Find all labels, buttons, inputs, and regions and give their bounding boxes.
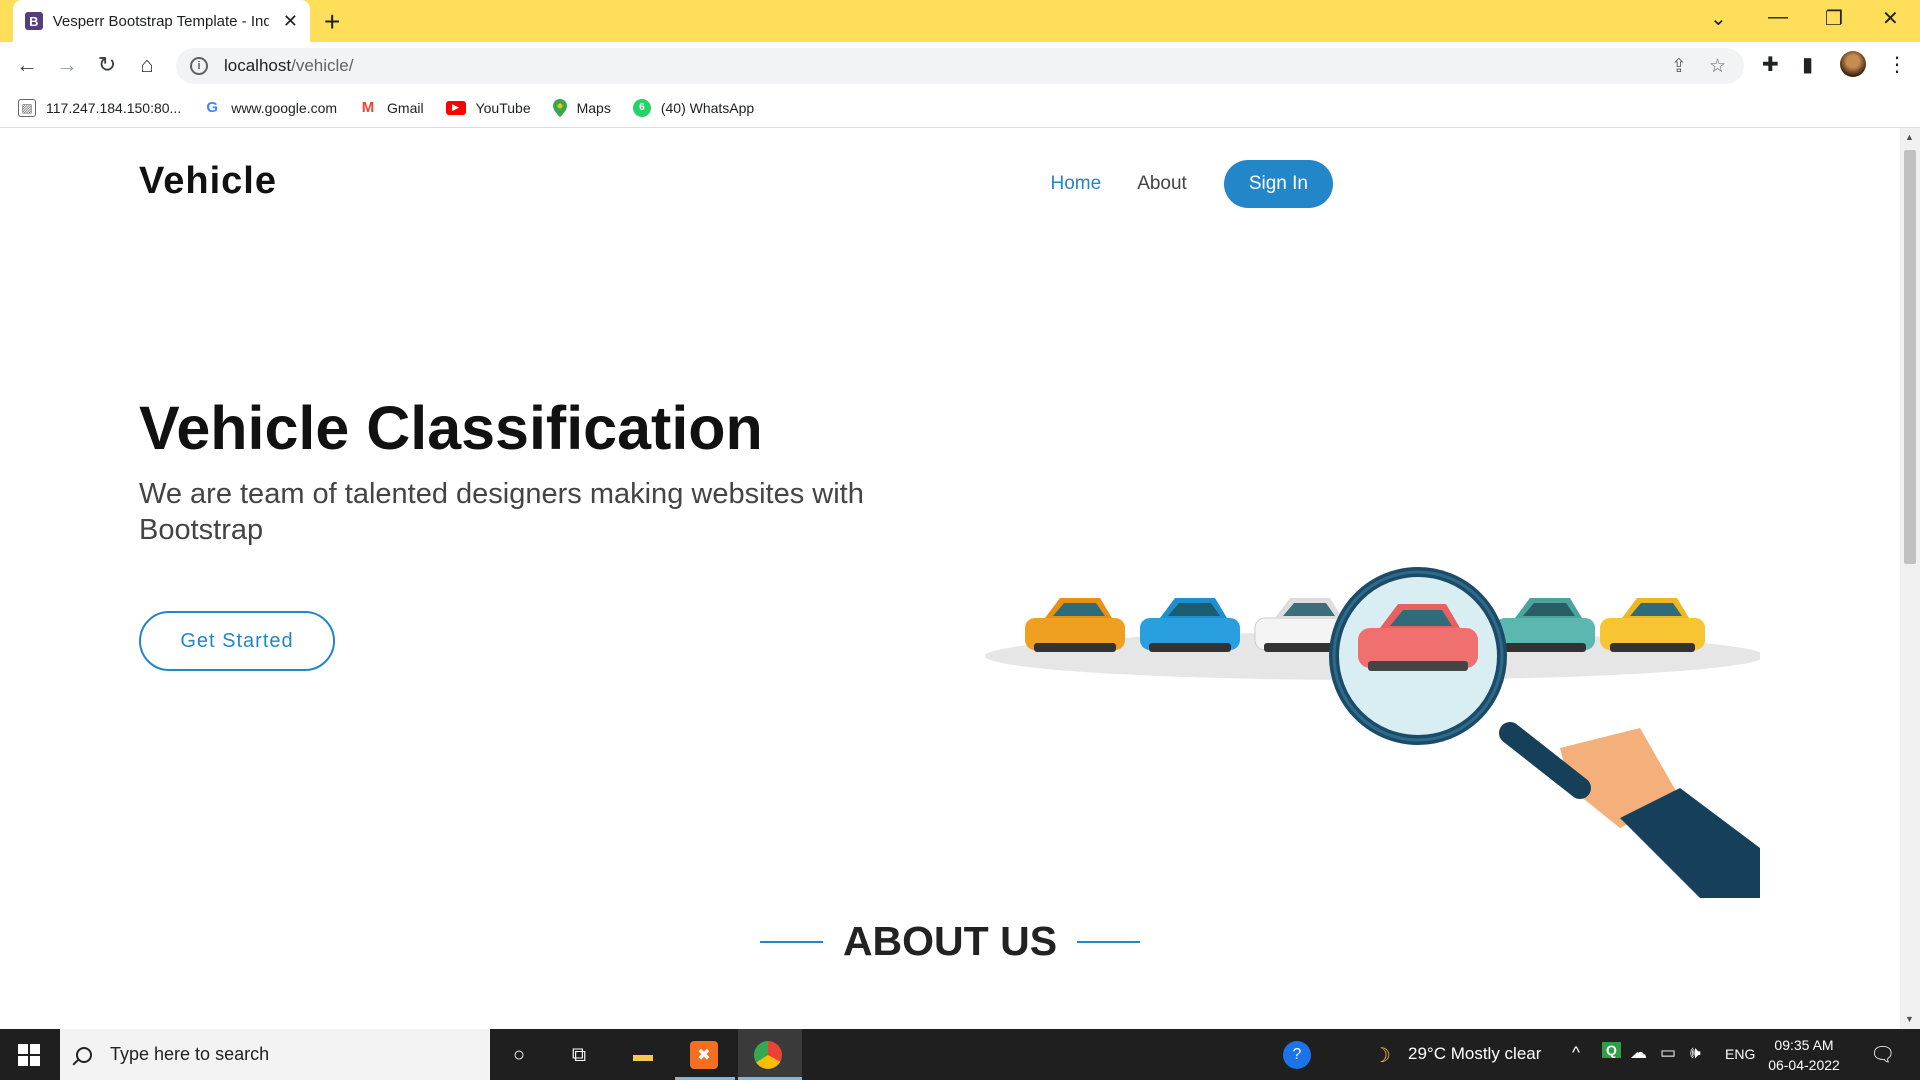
system-clock[interactable]: 09:35 AM 06-04-2022 [1764, 1035, 1844, 1075]
nav-about-link[interactable]: About [1137, 173, 1187, 195]
chrome-menu-icon[interactable]: ⋮ [1887, 52, 1907, 77]
share-icon[interactable]: ⇪ [1671, 55, 1687, 78]
web-page: Vehicle Home About Sign In Vehicle Class… [0, 128, 1900, 1029]
bookmarks-bar: ▨ 117.247.184.150:80... G www.google.com… [0, 88, 1920, 128]
profile-avatar[interactable] [1840, 51, 1866, 77]
about-title: ABOUT US [842, 918, 1058, 964]
scroll-thumb[interactable] [1904, 150, 1916, 564]
language-indicator[interactable]: ENG [1725, 1046, 1755, 1062]
bookmark-star-icon[interactable]: ☆ [1709, 55, 1726, 78]
bookmark-label: Maps [576, 99, 611, 116]
windows-taskbar: Type here to search ○ ⧉ ▬ ✖ ? ☽ 29°C Mos… [0, 1029, 1920, 1080]
address-bar[interactable]: i localhost/vehicle/ ⇪ ☆ [176, 48, 1744, 84]
help-icon[interactable]: ? [1283, 1041, 1311, 1069]
site-info-icon[interactable]: i [190, 57, 208, 75]
battery-icon[interactable]: ▭ [1660, 1043, 1676, 1063]
google-icon: G [206, 99, 219, 116]
hero-title: Vehicle Classification [139, 394, 763, 462]
heading-divider [1077, 940, 1141, 943]
bookmark-item[interactable]: G www.google.com [203, 99, 337, 117]
taskbar-search-box[interactable]: Type here to search [60, 1029, 490, 1080]
tab-search-chevron-icon[interactable]: ⌄ [1710, 6, 1727, 31]
bookmark-label: 117.247.184.150:80... [46, 99, 182, 116]
windows-start-icon[interactable] [18, 1044, 40, 1066]
new-tab-icon[interactable]: + [324, 6, 340, 38]
bookmark-label: (40) WhatsApp [660, 99, 755, 116]
onedrive-cloud-icon[interactable]: ☁ [1630, 1043, 1647, 1063]
side-panel-icon[interactable]: ▮ [1802, 52, 1813, 77]
forward-arrow-icon[interactable]: → [52, 50, 82, 80]
bookmark-label: www.google.com [231, 99, 338, 116]
back-arrow-icon[interactable]: ← [12, 50, 42, 80]
tab-title: Vesperr Bootstrap Template - Ind [52, 12, 269, 30]
browser-toolbar: ← → ↻ ⌂ i localhost/vehicle/ ⇪ ☆ [0, 42, 1920, 88]
xampp-icon[interactable]: ✖ [690, 1041, 718, 1069]
clock-date: 06-04-2022 [1768, 1057, 1840, 1073]
window-close-icon[interactable]: ✕ [1882, 6, 1899, 31]
file-explorer-icon[interactable]: ▬ [627, 1039, 659, 1071]
hero-illustration [985, 567, 1760, 898]
car-yellow [1600, 598, 1705, 652]
page-scrollbar[interactable]: ▲ ▼ [1900, 128, 1920, 1029]
bookmark-item[interactable]: M Gmail [359, 99, 424, 117]
search-icon [76, 1046, 92, 1063]
bookmark-item[interactable]: ▶ YouTube [445, 99, 531, 116]
minimize-icon[interactable]: — [1768, 6, 1788, 29]
volume-icon[interactable]: 🕪 [1690, 1043, 1701, 1063]
whatsapp-icon: 6 [632, 98, 651, 117]
extensions-puzzle-icon[interactable]: ✚ [1762, 52, 1779, 77]
scroll-up-arrow-icon[interactable]: ▲ [1905, 132, 1914, 142]
chrome-icon[interactable] [754, 1041, 782, 1069]
get-started-button[interactable]: Get Started [139, 611, 335, 671]
youtube-icon: ▶ [445, 100, 466, 115]
restore-icon[interactable]: ❐ [1825, 6, 1843, 31]
hero-subtitle: We are team of talented designers making… [139, 478, 864, 546]
cortana-icon[interactable]: ○ [503, 1039, 535, 1071]
car-blue [1140, 598, 1240, 652]
home-icon[interactable]: ⌂ [132, 50, 162, 80]
about-section-heading: ABOUT US [0, 918, 1900, 965]
reload-icon[interactable]: ↻ [92, 50, 122, 80]
task-view-icon[interactable]: ⧉ [563, 1039, 595, 1071]
search-placeholder: Type here to search [110, 1044, 270, 1064]
car-yellow-orange [1025, 598, 1125, 652]
weather-moon-icon[interactable]: ☽ [1366, 1039, 1398, 1071]
tab-strip: B Vesperr Bootstrap Template - Ind ✕ + ⌄… [0, 0, 1920, 42]
maps-icon [552, 98, 567, 117]
gmail-icon: M [361, 99, 375, 116]
weather-text[interactable]: 29°C Mostly clear [1408, 1044, 1541, 1064]
sign-in-button[interactable]: Sign In [1223, 160, 1333, 208]
scroll-down-arrow-icon[interactable]: ▼ [1905, 1014, 1914, 1024]
browser-tab[interactable]: B Vesperr Bootstrap Template - Ind ✕ [13, 0, 310, 42]
tray-chevron-icon[interactable]: ^ [1572, 1043, 1580, 1063]
notification-icon[interactable]: 🗨 [1870, 1042, 1895, 1067]
bootstrap-favicon-icon: B [25, 12, 43, 30]
site-nav: Home About Sign In [1015, 160, 1333, 208]
clock-time: 09:35 AM [1774, 1037, 1834, 1053]
car-teal [1495, 598, 1595, 652]
site-logo[interactable]: Vehicle [139, 160, 277, 203]
broken-image-icon: ▨ [18, 98, 36, 117]
tab-close-icon[interactable]: ✕ [283, 11, 298, 32]
nav-home-link[interactable]: Home [1051, 173, 1102, 195]
bookmark-item[interactable]: 6 (40) WhatsApp [632, 98, 755, 117]
heading-divider [759, 940, 823, 943]
bookmark-item[interactable]: Maps [552, 98, 611, 117]
bookmark-item[interactable]: ▨ 117.247.184.150:80... [18, 98, 182, 117]
bookmark-label: YouTube [475, 99, 531, 116]
tray-app-icon[interactable]: Q [1602, 1042, 1621, 1058]
bookmark-label: Gmail [387, 99, 424, 116]
url-text: localhost/vehicle/ [224, 56, 354, 75]
